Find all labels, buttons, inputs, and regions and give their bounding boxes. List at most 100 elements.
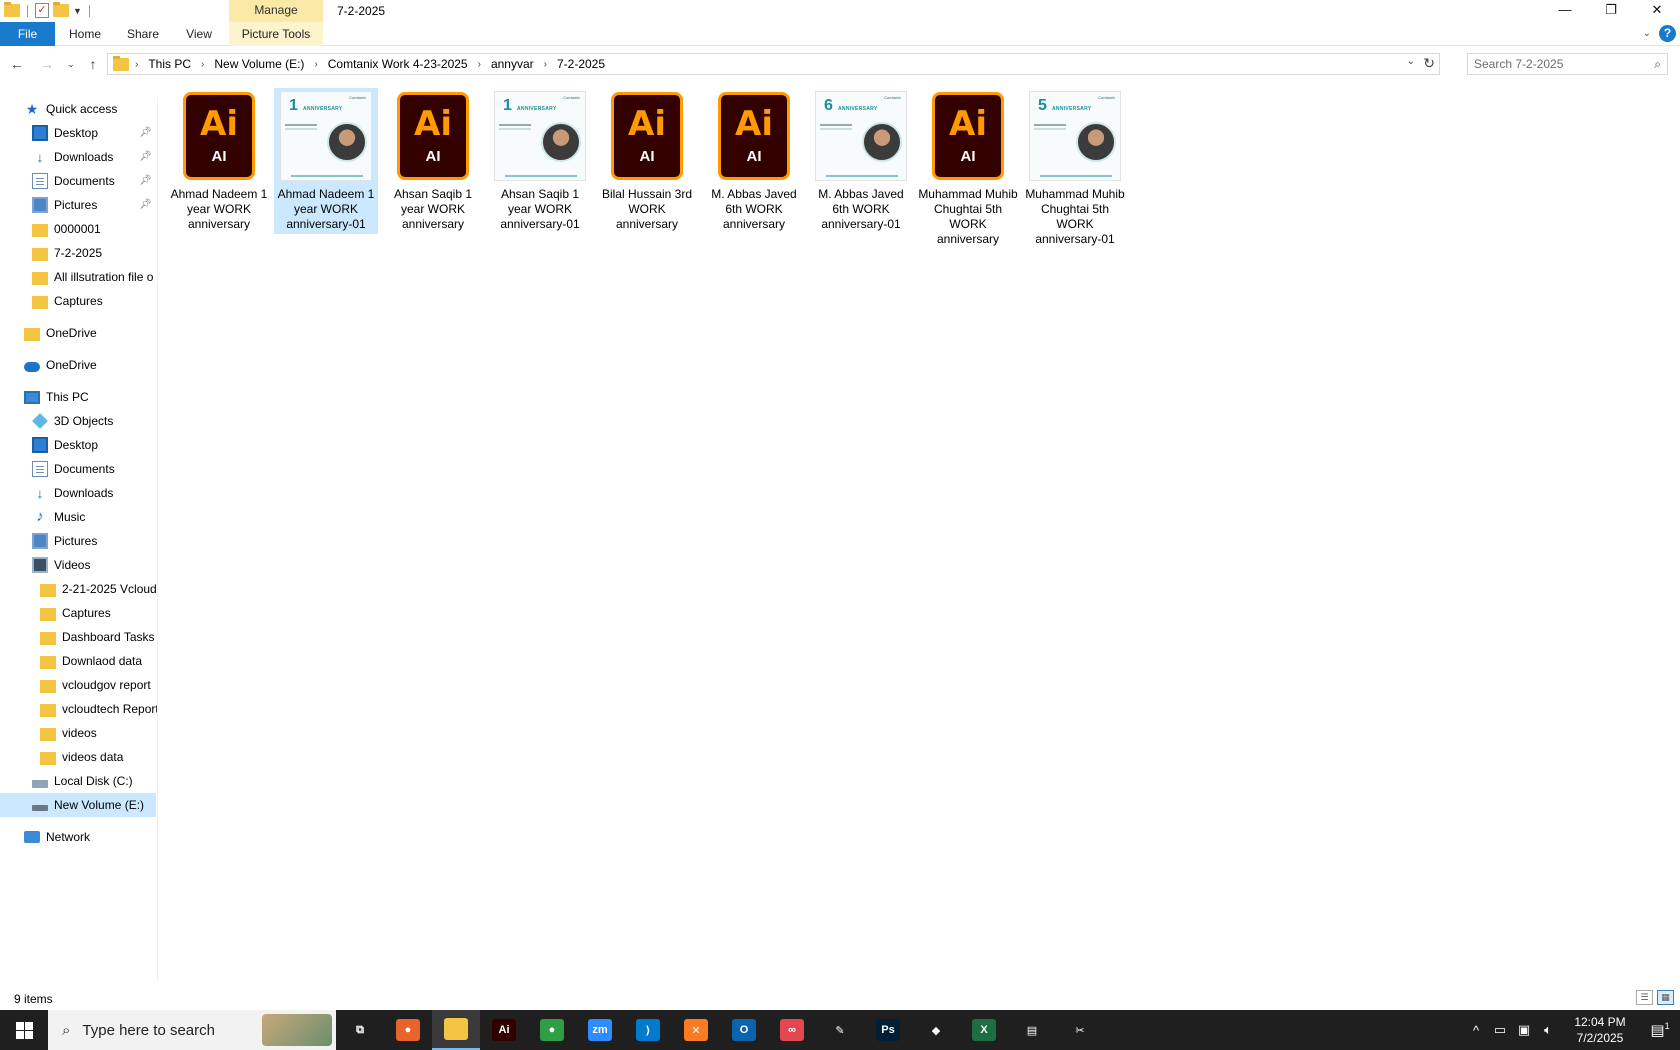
nav-quick-pictures[interactable]: Pictures 📌︎ [32,193,156,217]
nav-quick-folder-captures[interactable]: Captures [32,289,103,313]
file-item[interactable]: Comtanix 5 ANNIVERSARY Muhammad Muhib Chugh… [1023,88,1127,249]
breadcrumb-this-pc[interactable]: This PC [148,57,191,71]
photoshop-icon[interactable]: Ps [864,1010,912,1050]
nav-video-folder-dashboard[interactable]: Dashboard Tasks li [40,625,158,649]
tab-picture-tools[interactable]: Picture Tools [229,22,323,46]
start-button[interactable] [0,1010,48,1050]
nav-video-folder-videos[interactable]: videos [40,721,97,745]
chevron-right-icon[interactable]: › [135,59,138,70]
nav-desktop[interactable]: Desktop [32,433,98,457]
xampp-icon[interactable]: ✕ [672,1010,720,1050]
nav-local-disk-c[interactable]: Local Disk (C:) [32,769,133,793]
restore-button[interactable]: ❐ [1588,0,1634,22]
tab-share[interactable]: Share [120,22,166,46]
nav-quick-folder-7-2-2025[interactable]: 7-2-2025 [32,241,102,265]
pane-divider[interactable] [157,97,158,982]
close-button[interactable]: ✕ [1634,0,1680,22]
file-item[interactable]: Ai AI Ahsan Saqib 1 year WORK anniversary [381,88,485,234]
tab-view[interactable]: View [178,22,220,46]
tab-home[interactable]: Home [62,22,108,46]
zoom-icon[interactable]: zm [576,1010,624,1050]
outlook-icon[interactable]: O [720,1010,768,1050]
meet-now-icon[interactable]: ▭ [1488,1022,1512,1038]
excel-icon[interactable]: X [960,1010,1008,1050]
task-view-icon[interactable]: ⧉ [336,1010,384,1050]
address-bar[interactable]: › This PC › New Volume (E:) › Comtanix W… [107,53,1440,75]
chevron-up-icon[interactable]: ^ [1464,1023,1488,1038]
nav-3d-objects[interactable]: 3D Objects [32,409,113,433]
search-input[interactable] [1474,57,1644,71]
nav-video-folder-vcloudg[interactable]: 2-21-2025 Vcloudg [40,577,158,601]
up-arrow-icon[interactable]: ↑ [82,52,104,76]
pen-tool-icon[interactable]: ✎ [816,1010,864,1050]
notification-center-icon[interactable]: ▤1 [1640,1021,1680,1039]
nav-video-folder-vcloudtech[interactable]: vcloudtech Report [40,697,158,721]
refresh-icon[interactable]: ↻ [1423,55,1435,72]
snip-tool-icon[interactable]: ✂ [1056,1010,1104,1050]
breadcrumb-current-folder[interactable]: 7-2-2025 [557,57,605,71]
file-item[interactable]: Ai AI Bilal Hussain 3rd WORK anniversary [595,88,699,234]
vscode-icon[interactable]: ⟩ [624,1010,672,1050]
large-icons-view-icon[interactable]: ▦ [1657,990,1674,1005]
minimize-button[interactable]: — [1542,0,1588,22]
nav-videos[interactable]: Videos [32,553,90,577]
illustrator-icon[interactable]: Ai [480,1010,528,1050]
file-item[interactable]: Comtanix 1 ANNIVERSARY Ahsan Saqib 1 year W… [488,88,592,234]
file-item[interactable]: Ai AI Ahmad Nadeem 1 year WORK anniversary [167,88,271,234]
nav-downloads[interactable]: ↓ Downloads [32,481,114,505]
firefox-icon[interactable]: ● [384,1010,432,1050]
nav-quick-folder-0000001[interactable]: 0000001 [32,217,101,241]
nav-this-pc[interactable]: This PC [24,385,89,409]
clock[interactable]: 12:04 PM 7/2/2025 [1560,1014,1640,1046]
recent-locations-icon[interactable]: ⌄ [60,52,82,76]
file-explorer-icon[interactable] [432,1010,480,1050]
details-view-icon[interactable]: ☰ [1636,990,1653,1005]
nav-onedrive[interactable]: OneDrive [24,353,97,377]
properties-icon[interactable]: ✓ [35,3,49,18]
breadcrumb-comtanix-work[interactable]: Comtanix Work 4-23-2025 [328,57,468,71]
help-icon[interactable]: ? [1659,25,1676,42]
new-folder-icon[interactable] [53,2,69,17]
customize-toolbar-icon[interactable]: ▼ [73,6,82,16]
nav-onedrive-personal[interactable]: OneDrive [24,321,97,345]
nav-video-folder-videos-data[interactable]: videos data [40,745,123,769]
nav-quick-downloads[interactable]: ↓ Downloads 📌︎ [32,145,156,169]
volume-icon[interactable]: 🔈︎ [1536,1022,1560,1038]
creative-cloud-icon[interactable]: ∞ [768,1010,816,1050]
nav-quick-folder-illustration[interactable]: All illsutration file o [32,265,153,289]
nav-video-folder-captures[interactable]: Captures [40,601,111,625]
expand-ribbon-icon[interactable]: ⌄ [1643,28,1651,39]
search-icon[interactable]: ⌕ [1654,57,1661,72]
taskbar-search[interactable]: ⌕ Type here to search [48,1010,336,1050]
nav-quick-access[interactable]: ★ Quick access [24,97,118,121]
nav-quick-documents[interactable]: Documents 📌︎ [32,169,156,193]
nav-video-folder-vcloudgov[interactable]: vcloudgov report [40,673,151,697]
chevron-right-icon[interactable]: › [544,59,547,70]
app-diamond-icon[interactable]: ◆ [912,1010,960,1050]
manage-contextual-tab[interactable]: Manage [229,0,323,22]
back-arrow-icon[interactable]: ← [6,52,28,76]
address-dropdown-icon[interactable]: ⌄ [1407,56,1415,67]
chevron-right-icon[interactable]: › [201,59,204,70]
chrome-icon[interactable]: ● [528,1010,576,1050]
file-item[interactable]: Ai AI M. Abbas Javed 6th WORK anniversary [702,88,806,234]
nav-video-folder-download-data[interactable]: Downlaod data [40,649,142,673]
file-item[interactable]: Comtanix 6 ANNIVERSARY M. Abbas Javed 6th W… [809,88,913,234]
nav-new-volume-e[interactable]: New Volume (E:) [0,793,156,817]
nav-pictures[interactable]: Pictures [32,529,97,553]
folder-icon[interactable] [4,2,20,17]
nav-quick-desktop[interactable]: Desktop 📌︎ [32,121,156,145]
breadcrumb-new-volume[interactable]: New Volume (E:) [214,57,304,71]
breadcrumb-annyvar[interactable]: annyvar [491,57,534,71]
nav-network[interactable]: Network [24,825,90,849]
file-item[interactable]: Ai AI Muhammad Muhib Chughtai 5th WORK ann… [916,88,1020,249]
nav-music[interactable]: ♪ Music [32,505,85,529]
nav-documents[interactable]: Documents [32,457,115,481]
chevron-right-icon[interactable]: › [478,59,481,70]
notebook-icon[interactable]: ▤ [1008,1010,1056,1050]
chevron-right-icon[interactable]: › [314,59,317,70]
file-item[interactable]: Comtanix 1 ANNIVERSARY Ahmad Nadeem 1 year … [274,88,378,234]
tab-file[interactable]: File [0,22,55,46]
network-status-icon[interactable]: ▣ [1512,1022,1536,1038]
forward-arrow-icon[interactable]: → [36,52,58,76]
